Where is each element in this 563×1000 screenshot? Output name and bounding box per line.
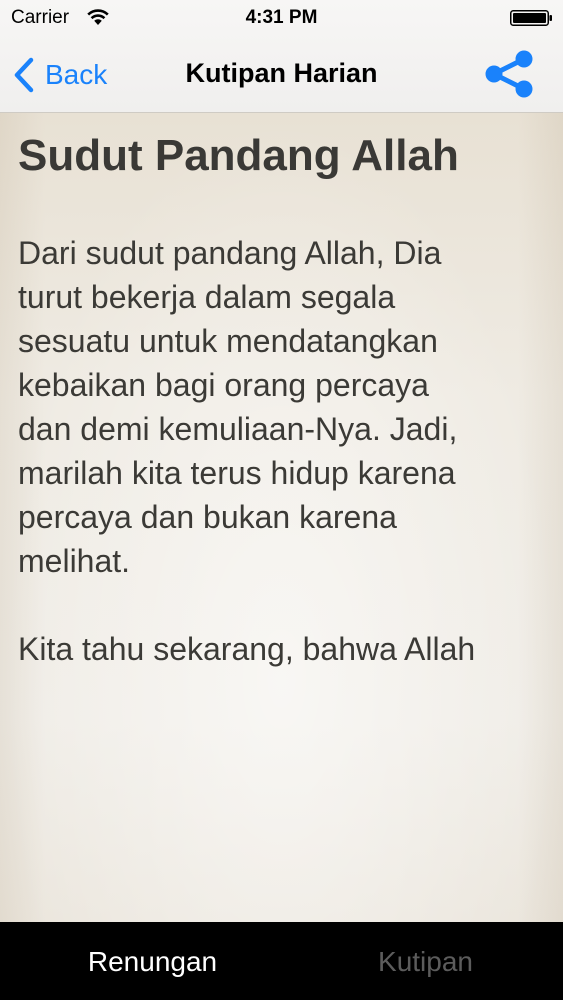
nav-title: Kutipan Harian <box>185 58 378 88</box>
top-bar-area: Carrier 4:31 PM Back Kutipan Harian <box>0 0 563 113</box>
article-content[interactable]: Sudut Pandang Allah Dari sudut pandang A… <box>0 113 563 922</box>
body-line: marilah kita terus hidup karena <box>18 455 456 491</box>
tab-kutipan[interactable]: Kutipan <box>285 922 563 1000</box>
body-line: Kita tahu sekarang, bahwa Allah <box>18 631 476 667</box>
body-line: Dari sudut pandang Allah, Dia <box>18 235 442 271</box>
tab-bar: Renungan Kutipan <box>0 922 563 1000</box>
body-line: percaya dan bukan karena <box>18 499 397 535</box>
article-body: Dari sudut pandang Allah, Dia turut beke… <box>18 231 548 671</box>
body-line: dan demi kemuliaan-Nya. Jadi, <box>18 411 458 447</box>
body-line: sesuatu untuk mendatangkan <box>18 323 438 359</box>
body-line: turut bekerja dalam segala <box>18 279 396 315</box>
status-time: 4:31 PM <box>245 7 318 28</box>
article-title: Sudut Pandang Allah <box>18 131 459 180</box>
battery-icon <box>510 10 552 26</box>
body-line: kebaikan bagi orang percaya <box>18 367 429 403</box>
body-line: melihat. <box>18 543 131 579</box>
share-icon[interactable] <box>484 50 534 98</box>
tab-renungan[interactable]: Renungan <box>12 922 293 1000</box>
navigation-bar: Back Kutipan Harian <box>0 38 563 112</box>
status-bar: Carrier 4:31 PM <box>0 0 563 38</box>
